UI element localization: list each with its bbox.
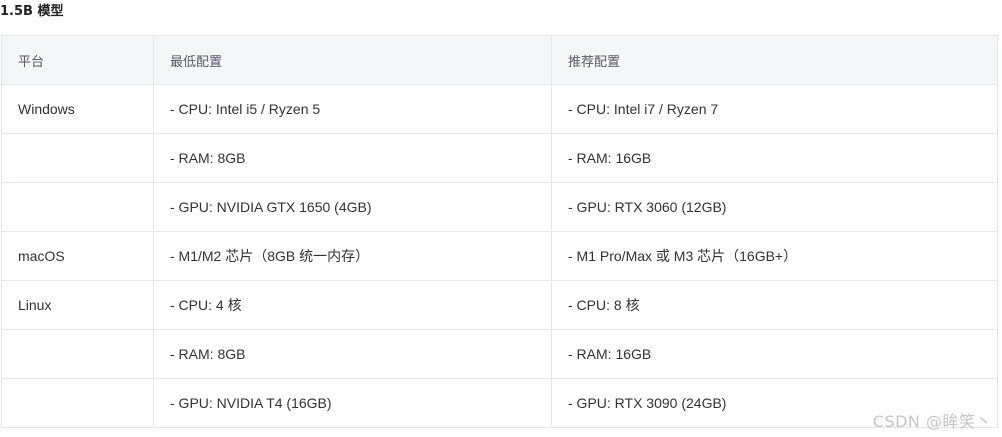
table-row: Windows - CPU: Intel i5 / Ryzen 5 - CPU:… xyxy=(1,84,998,134)
cell-platform: Windows xyxy=(1,84,154,134)
table-row: - RAM: 8GB - RAM: 16GB xyxy=(1,133,998,183)
table-row: macOS - M1/M2 芯片（8GB 统一内存） - M1 Pro/Max … xyxy=(1,231,998,281)
section-title: 1.5B 模型 xyxy=(0,4,64,19)
cell-recommended-config: - GPU: RTX 3060 (12GB) xyxy=(551,182,998,232)
cell-recommended-config: - M1 Pro/Max 或 M3 芯片（16GB+） xyxy=(551,231,998,281)
csdn-watermark: CSDN @眸笑丶 xyxy=(872,412,992,431)
cell-platform xyxy=(1,133,154,183)
header-min-config: 最低配置 xyxy=(153,35,552,85)
cell-recommended-config: - CPU: 8 核 xyxy=(551,280,998,330)
cell-min-config: - CPU: Intel i5 / Ryzen 5 xyxy=(153,84,552,134)
cell-min-config: - CPU: 4 核 xyxy=(153,280,552,330)
table-row: - RAM: 8GB - RAM: 16GB xyxy=(1,329,998,379)
cell-platform xyxy=(1,329,154,379)
cell-platform: Linux xyxy=(1,280,154,330)
cell-platform xyxy=(1,182,154,232)
cell-recommended-config: - RAM: 16GB xyxy=(551,133,998,183)
cell-recommended-config: - RAM: 16GB xyxy=(551,329,998,379)
table-header-row: 平台 最低配置 推荐配置 xyxy=(1,35,998,85)
cell-min-config: - M1/M2 芯片（8GB 统一内存） xyxy=(153,231,552,281)
cell-platform: macOS xyxy=(1,231,154,281)
cell-min-config: - RAM: 8GB xyxy=(153,133,552,183)
cell-platform xyxy=(1,378,154,428)
header-platform: 平台 xyxy=(1,35,154,85)
header-recommended-config: 推荐配置 xyxy=(551,35,998,85)
cell-min-config: - GPU: NVIDIA GTX 1650 (4GB) xyxy=(153,182,552,232)
config-table: 平台 最低配置 推荐配置 Windows - CPU: Intel i5 / R… xyxy=(1,35,998,428)
table-row: - GPU: NVIDIA T4 (16GB) - GPU: RTX 3090 … xyxy=(1,378,998,428)
table-row: Linux - CPU: 4 核 - CPU: 8 核 xyxy=(1,280,998,330)
cell-min-config: - RAM: 8GB xyxy=(153,329,552,379)
cell-recommended-config: - CPU: Intel i7 / Ryzen 7 xyxy=(551,84,998,134)
table-row: - GPU: NVIDIA GTX 1650 (4GB) - GPU: RTX … xyxy=(1,182,998,232)
cell-min-config: - GPU: NVIDIA T4 (16GB) xyxy=(153,378,552,428)
